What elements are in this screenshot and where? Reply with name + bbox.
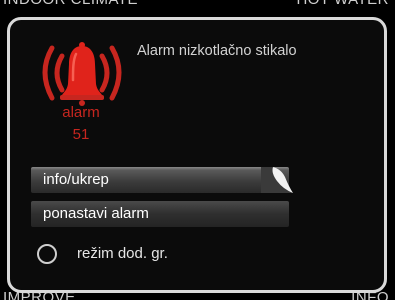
alarm-title: Alarm nizkotlačno stikalo [137,43,297,59]
alarm-label: alarm [62,104,100,121]
radio-option-label: režim dod. gr. [77,245,168,262]
page-curl-icon [261,167,293,193]
background-hot-water-label: HOT WATER [296,0,389,8]
menu-item-info-ukrep[interactable]: info/ukrep [31,167,289,193]
display-screen: INDOOR CLIMATE HOT WATER IMPROVE INFO al… [0,0,395,300]
menu-item-reset-alarm[interactable]: ponastavi alarm [31,201,289,227]
alarm-bell-icon [32,40,132,106]
radio-button-unchecked[interactable] [37,244,57,264]
background-indoor-climate-label: INDOOR CLIMATE [3,0,138,8]
alarm-dialog: alarm 51 Alarm nizkotlačno stikalo info/… [7,17,387,293]
alarm-code: 51 [72,126,90,143]
